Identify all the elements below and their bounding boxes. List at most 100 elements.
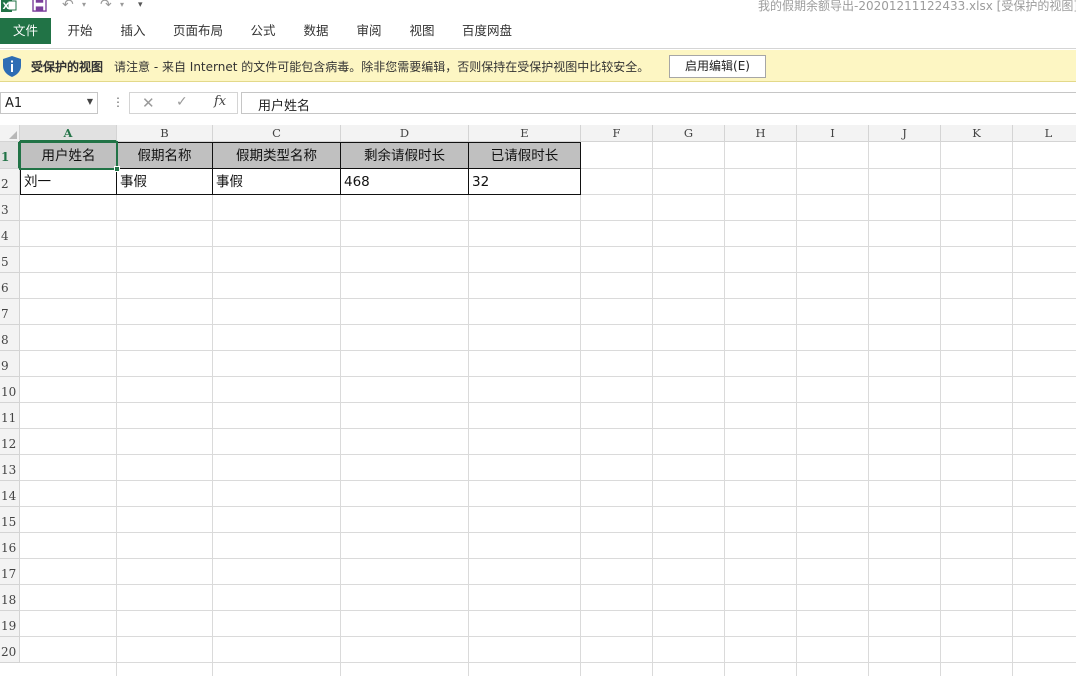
row-header-14[interactable]: 14 (0, 481, 20, 507)
row-header-10[interactable]: 10 (0, 377, 20, 403)
tab-page-layout[interactable]: 页面布局 (166, 18, 230, 44)
cell-e1[interactable]: 已请假时长 (469, 143, 581, 169)
customize-qat-icon[interactable]: ▾ (138, 0, 143, 12)
gridline (20, 220, 1076, 221)
protected-view-title: 受保护的视图 (31, 60, 104, 74)
column-header-k[interactable]: K (941, 125, 1013, 142)
column-header-e[interactable]: E (469, 125, 581, 142)
column-header-f[interactable]: F (581, 125, 653, 142)
undo-icon[interactable]: ↶ (62, 0, 74, 12)
formula-bar: A1 ▼ ⋮ ✕ ✓ fx 用户姓名 (0, 83, 1076, 125)
row-header-1[interactable]: 1 (0, 142, 20, 169)
row-header-6[interactable]: 6 (0, 273, 20, 299)
title-bar: X ↶ ▾ ↷ ▾ ▾ 我的假期余额导出-20201211122433.xlsx… (0, 0, 1076, 14)
gridline (20, 558, 1076, 559)
gridline (20, 506, 1076, 507)
row-header-5[interactable]: 5 (0, 247, 20, 273)
cell-d1[interactable]: 剩余请假时长 (341, 143, 469, 169)
formula-bar-resize-handle[interactable]: ⋮ (112, 95, 124, 109)
cell-d2[interactable]: 468 (341, 169, 469, 195)
name-box[interactable]: A1 ▼ (0, 92, 98, 114)
gridline (20, 636, 1076, 637)
tab-formulas[interactable]: 公式 (241, 18, 285, 44)
cell-b2[interactable]: 事假 (117, 169, 213, 195)
gridline (468, 142, 469, 676)
row-header-20[interactable]: 20 (0, 637, 20, 663)
gridline (940, 142, 941, 676)
cell-b1[interactable]: 假期名称 (117, 143, 213, 169)
select-all-button[interactable] (0, 125, 20, 142)
gridline (20, 350, 1076, 351)
chevron-down-icon[interactable]: ▼ (87, 97, 93, 106)
gridline (340, 142, 341, 676)
gridline (20, 402, 1076, 403)
ribbon-tabs: 文件 开始 插入 页面布局 公式 数据 审阅 视图 百度网盘 (0, 14, 1076, 49)
protected-view-message: 请注意 - 来自 Internet 的文件可能包含病毒。除非您需要编辑，否则保持… (114, 60, 650, 74)
undo-dropdown-icon[interactable]: ▾ (82, 0, 86, 12)
redo-icon[interactable]: ↷ (100, 0, 112, 12)
column-header-j[interactable]: J (869, 125, 941, 142)
row-header-17[interactable]: 17 (0, 559, 20, 585)
formula-buttons: ✕ ✓ fx (129, 92, 238, 114)
column-header-a[interactable]: A (20, 125, 117, 142)
gridline (20, 662, 1076, 663)
column-header-h[interactable]: H (725, 125, 797, 142)
row-header-19[interactable]: 19 (0, 611, 20, 637)
gridline (652, 142, 653, 676)
row-header-8[interactable]: 8 (0, 325, 20, 351)
tab-data[interactable]: 数据 (294, 18, 338, 44)
save-icon[interactable] (32, 0, 47, 12)
name-box-value: A1 (5, 96, 23, 111)
active-cell-selection (19, 141, 118, 170)
row-header-12[interactable]: 12 (0, 429, 20, 455)
gridline (20, 376, 1076, 377)
shield-info-icon (3, 56, 21, 77)
cell-a2[interactable]: 刘一 (21, 169, 117, 195)
gridline (20, 272, 1076, 273)
gridline (20, 428, 1076, 429)
column-header-c[interactable]: C (213, 125, 341, 142)
row-header-11[interactable]: 11 (0, 403, 20, 429)
gridline (20, 298, 1076, 299)
cell-e2[interactable]: 32 (469, 169, 581, 195)
cell-c2[interactable]: 事假 (213, 169, 341, 195)
svg-text:X: X (3, 2, 10, 12)
cancel-icon[interactable]: ✕ (142, 94, 155, 112)
column-header-l[interactable]: L (1013, 125, 1076, 142)
gridline (20, 480, 1076, 481)
row-header-3[interactable]: 3 (0, 195, 20, 221)
row-header-2[interactable]: 2 (0, 169, 20, 195)
tab-home[interactable]: 开始 (58, 18, 102, 44)
gridline (796, 142, 797, 676)
row-header-9[interactable]: 9 (0, 351, 20, 377)
row-header-7[interactable]: 7 (0, 299, 20, 325)
column-header-b[interactable]: B (117, 125, 213, 142)
tab-review[interactable]: 审阅 (347, 18, 391, 44)
column-header-i[interactable]: I (797, 125, 869, 142)
fill-handle[interactable] (114, 166, 120, 172)
insert-function-icon[interactable]: fx (214, 94, 226, 109)
row-header-4[interactable]: 4 (0, 221, 20, 247)
worksheet-grid[interactable]: A B C D E F G H I J K L 1 2 3 4 5 6 7 8 … (0, 125, 1076, 676)
column-header-g[interactable]: G (653, 125, 725, 142)
row-header-18[interactable]: 18 (0, 585, 20, 611)
formula-input[interactable]: 用户姓名 (241, 92, 1076, 114)
tab-baidu-netdisk[interactable]: 百度网盘 (455, 18, 519, 44)
tab-view[interactable]: 视图 (400, 18, 444, 44)
gridline (20, 610, 1076, 611)
enable-editing-button[interactable]: 启用编辑(E) (669, 55, 766, 78)
row-header-15[interactable]: 15 (0, 507, 20, 533)
gridline (20, 324, 1076, 325)
row-header-16[interactable]: 16 (0, 533, 20, 559)
redo-dropdown-icon[interactable]: ▾ (120, 0, 124, 12)
gridline (20, 246, 1076, 247)
check-icon[interactable]: ✓ (176, 94, 188, 110)
gridline (868, 142, 869, 676)
cell-c1[interactable]: 假期类型名称 (213, 143, 341, 169)
tab-file[interactable]: 文件 (0, 18, 51, 44)
tab-insert[interactable]: 插入 (111, 18, 155, 44)
document-title: 我的假期余额导出-20201211122433.xlsx [受保护的视图] - (758, 0, 1076, 13)
column-header-d[interactable]: D (341, 125, 469, 142)
gridline (580, 142, 581, 676)
row-header-13[interactable]: 13 (0, 455, 20, 481)
